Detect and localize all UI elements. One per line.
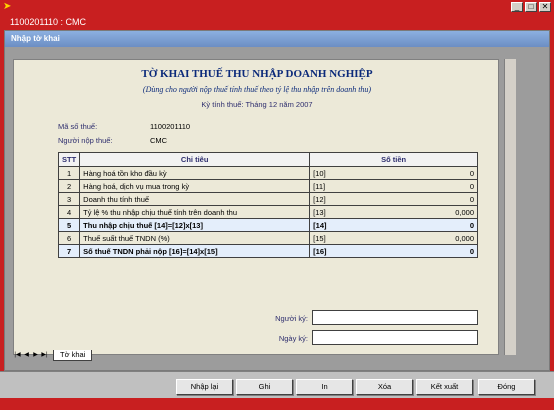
title-bar: ➤ _ □ ✕: [0, 0, 554, 14]
row-code: [10]: [309, 166, 330, 180]
table-row: 7 Số thuế TNDN phải nộp [16]=[14]x[15] […: [57, 244, 478, 258]
print-button[interactable]: In: [296, 379, 353, 395]
sheet-nav: |◀ ◀ ▶ ▶| Tờ khai: [13, 350, 93, 361]
row-code: [12]: [309, 192, 330, 206]
row-stt: 3: [57, 192, 81, 206]
tax-code-row: Mã số thuế: 1100201110: [58, 122, 190, 131]
amount-input[interactable]: 0: [329, 192, 478, 206]
signer-input[interactable]: [312, 310, 478, 325]
table-header-row: STT Chỉ tiêu Số tiền: [57, 152, 478, 167]
table-row: 4 Tỷ lệ % thu nhập chịu thuế tính trên d…: [57, 205, 478, 219]
table-row: 3 Doanh thu tính thuế [12] 0: [57, 192, 478, 206]
first-sheet-icon[interactable]: |◀: [13, 351, 22, 360]
payer-label: Người nộp thuế:: [58, 136, 113, 145]
minimize-button[interactable]: _: [511, 2, 523, 12]
row-stt: 4: [57, 205, 81, 219]
row-stt: 5: [57, 218, 81, 232]
last-sheet-icon[interactable]: ▶|: [40, 351, 49, 360]
maximize-button[interactable]: □: [525, 2, 537, 12]
close-button[interactable]: Đóng: [478, 379, 535, 395]
form-title: TỜ KHAI THUẾ THU NHẬP DOANH NGHIỆP: [141, 68, 373, 80]
window-controls: _ □ ✕: [511, 2, 551, 12]
tab-to-khai[interactable]: Tờ khai: [53, 350, 93, 361]
close-window-button[interactable]: ✕: [539, 2, 551, 12]
row-code: [13]: [309, 205, 330, 219]
row-label: Số thuế TNDN phải nộp [16]=[14]x[15]: [79, 244, 311, 258]
row-label: Doanh thu tính thuế: [79, 192, 311, 206]
row-stt: 6: [57, 231, 81, 245]
tax-code-value: 1100201110: [150, 122, 191, 131]
table-row: 5 Thu nhập chịu thuế [14]=[12]x[13] [14]…: [57, 218, 478, 232]
form-subtitle: (Dùng cho người nộp thuế tính thuế theo …: [142, 85, 372, 94]
save-button[interactable]: Ghi: [236, 379, 293, 395]
document-title: Nhập tờ khai: [5, 31, 549, 47]
row-code: [15]: [309, 231, 330, 245]
computed-value: 0: [329, 244, 478, 258]
header-stt: STT: [57, 152, 81, 167]
vertical-scrollbar[interactable]: [504, 59, 516, 355]
next-sheet-icon[interactable]: ▶: [31, 351, 40, 360]
row-code: [14]: [309, 218, 330, 232]
row-label: Thuế suất thuế TNDN (%): [79, 231, 311, 245]
header-item: Chỉ tiêu: [79, 152, 311, 167]
tax-period: Kỳ tính thuế: Tháng 12 năm 2007: [201, 100, 313, 109]
document-window: Nhập tờ khai TỜ KHAI THUẾ THU NHẬP DOANH…: [4, 30, 550, 371]
table-row: 6 Thuế suất thuế TNDN (%) [15] 0,000: [57, 231, 478, 245]
payer-row: Người nộp thuế: CMC: [58, 136, 167, 145]
row-stt: 2: [57, 179, 81, 193]
reset-button[interactable]: Nhập lại: [176, 379, 233, 395]
amount-input[interactable]: 0: [329, 179, 478, 193]
computed-value: 0: [329, 218, 478, 232]
status-bar: [0, 398, 554, 410]
tax-code-label: Mã số thuế:: [58, 122, 98, 131]
header-amount: Số tiền: [309, 152, 478, 167]
row-label: Hàng hoá tồn kho đầu kỳ: [79, 166, 311, 180]
tax-table: STT Chỉ tiêu Số tiền 1 Hàng hoá tồn kho …: [57, 152, 478, 258]
row-label: Thu nhập chịu thuế [14]=[12]x[13]: [79, 218, 311, 232]
row-label: Tỷ lệ % thu nhập chịu thuế tính trên doa…: [79, 205, 311, 219]
app-icon: ➤: [3, 1, 12, 12]
signer-label: Người ký:: [275, 314, 308, 323]
row-stt: 7: [57, 244, 81, 258]
amount-input[interactable]: 0,000: [329, 205, 478, 219]
export-button[interactable]: Kết xuất: [416, 379, 473, 395]
delete-button[interactable]: Xóa: [356, 379, 413, 395]
row-code: [16]: [309, 244, 330, 258]
sign-date-label: Ngày ký:: [278, 334, 308, 343]
row-label: Hàng hoá, dịch vụ mua trong kỳ: [79, 179, 311, 193]
amount-input[interactable]: 0: [329, 166, 478, 180]
payer-value: CMC: [150, 136, 168, 145]
sign-date-input[interactable]: [312, 330, 478, 345]
row-stt: 1: [57, 166, 81, 180]
table-row: 1 Hàng hoá tồn kho đầu kỳ [10] 0: [57, 166, 478, 180]
amount-input[interactable]: 0,000: [329, 231, 478, 245]
table-row: 2 Hàng hoá, dịch vụ mua trong kỳ [11] 0: [57, 179, 478, 193]
form-area: TỜ KHAI THUẾ THU NHẬP DOANH NGHIỆP (Dùng…: [13, 59, 499, 355]
prev-sheet-icon[interactable]: ◀: [22, 351, 31, 360]
row-code: [11]: [309, 179, 330, 193]
window-title: 1100201110 : CMC: [0, 14, 554, 30]
